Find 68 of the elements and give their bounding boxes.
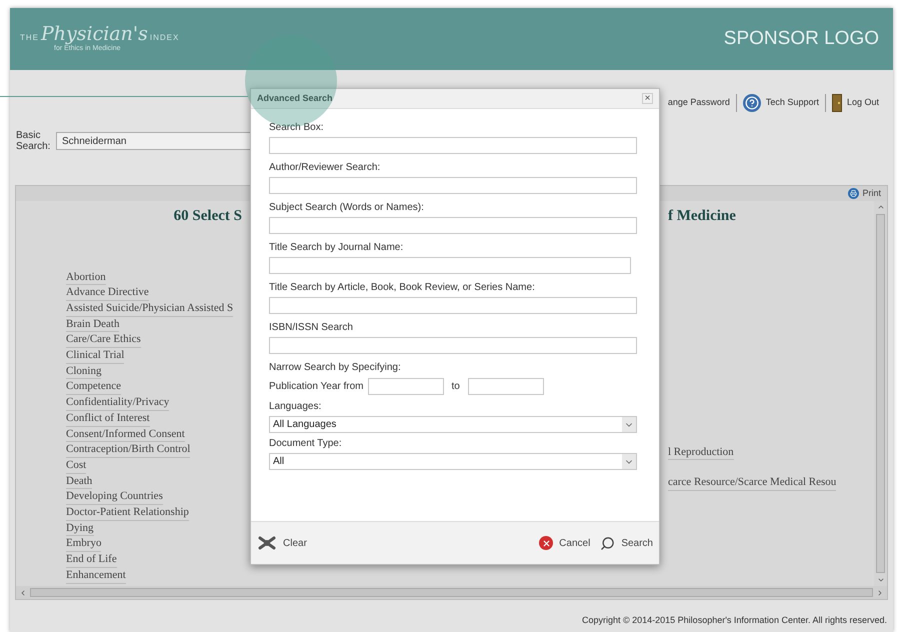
- field-label: Document Type:: [269, 437, 343, 451]
- help-icon: [742, 94, 761, 112]
- topic-link[interactable]: Consent/Informed Consent: [66, 426, 185, 442]
- field-label: Title Search by Journal Name:: [269, 241, 404, 255]
- input-field[interactable]: [269, 257, 631, 274]
- page-heading: 60 Select S: [174, 207, 242, 226]
- top-link[interactable]: Tech Support: [766, 96, 819, 110]
- year-from-field[interactable]: [368, 378, 444, 395]
- topic-link[interactable]: Contraception/Birth Control: [66, 442, 190, 458]
- input-field[interactable]: [269, 217, 637, 234]
- topic-link[interactable]: Enhancement: [66, 568, 126, 584]
- cancel-icon: [539, 536, 554, 550]
- dropdown[interactable]: All Languages: [269, 416, 637, 433]
- topic-link[interactable]: Advance Directive: [66, 285, 149, 301]
- input-field[interactable]: [269, 337, 637, 354]
- scroll-right-icon[interactable]: [876, 588, 884, 596]
- print-icon: [848, 188, 860, 199]
- vertical-scrollbar[interactable]: [874, 201, 887, 586]
- topic-link[interactable]: Embryo: [66, 536, 102, 552]
- topic-link[interactable]: Developing Countries: [66, 489, 163, 506]
- field-label: Publication Year from: [269, 380, 364, 394]
- sponsor-logo: SPONSOR LOGO: [724, 26, 879, 51]
- search-button[interactable]: Search: [600, 536, 653, 550]
- topic-link[interactable]: Conflict of Interest: [66, 410, 150, 427]
- scroll-up-icon[interactable]: [876, 203, 884, 211]
- scroll-left-icon[interactable]: [19, 588, 27, 596]
- topic-link[interactable]: carce Resource/Scarce Medical Resou: [668, 475, 836, 491]
- topic-link[interactable]: l Reproduction: [668, 444, 734, 460]
- horizontal-scrollbar[interactable]: [16, 586, 887, 599]
- input-field[interactable]: [269, 177, 637, 194]
- topic-link[interactable]: Assisted Suicide/Physician Assisted S: [66, 300, 234, 317]
- top-link[interactable]: Log Out: [846, 96, 879, 110]
- topic-link[interactable]: Cost: [66, 458, 86, 474]
- input-field[interactable]: [269, 297, 637, 314]
- topic-link[interactable]: Care/Care Ethics: [66, 332, 141, 348]
- copyright-text: Copyright © 2014-2015 Philosopher's Information Center. All rights reserved.: [582, 614, 887, 627]
- range-separator: to: [450, 380, 461, 394]
- close-button[interactable]: ×: [642, 93, 653, 104]
- field-label: Subject Search (Words or Names):: [269, 201, 425, 215]
- field-label: ISBN/ISSN Search: [269, 321, 354, 335]
- topic-link[interactable]: Cloning: [66, 364, 102, 380]
- print-button[interactable]: Print: [848, 186, 881, 200]
- cancel-button[interactable]: Cancel: [539, 536, 590, 550]
- basic-search-label: Basic Search:: [16, 130, 50, 152]
- field-label: Title Search by Article, Book, Book Review, or Series Name:: [269, 281, 536, 295]
- dropdown[interactable]: All: [269, 453, 637, 470]
- topic-link[interactable]: Abortion: [66, 270, 106, 286]
- page-heading: f Medicine: [668, 207, 737, 226]
- clear-button[interactable]: Clear: [257, 535, 307, 551]
- topic-link[interactable]: Doctor-Patient Relationship: [66, 505, 189, 521]
- topic-link[interactable]: Confidentiality/Privacy: [66, 395, 170, 411]
- section-label: Narrow Search by Specifying:: [269, 361, 402, 375]
- input-field[interactable]: [269, 137, 637, 154]
- topic-link[interactable]: Competence: [66, 379, 121, 396]
- field-label: Languages:: [269, 400, 322, 414]
- search-icon: [600, 536, 616, 550]
- year-to-field[interactable]: [468, 378, 544, 395]
- topic-link[interactable]: Death: [66, 474, 92, 490]
- field-label: Search Box:: [269, 121, 324, 135]
- topic-link[interactable]: Brain Death: [66, 316, 120, 332]
- topic-link[interactable]: Dying: [66, 520, 94, 536]
- scroll-down-icon[interactable]: [876, 576, 884, 584]
- door-icon: [832, 94, 842, 112]
- topic-link[interactable]: Clinical Trial: [66, 348, 124, 364]
- topic-link[interactable]: End of Life: [66, 552, 117, 568]
- top-link[interactable]: ange Password: [668, 96, 730, 110]
- field-label: Author/Reviewer Search:: [269, 161, 382, 175]
- dialog-title: Advanced Search: [257, 92, 333, 105]
